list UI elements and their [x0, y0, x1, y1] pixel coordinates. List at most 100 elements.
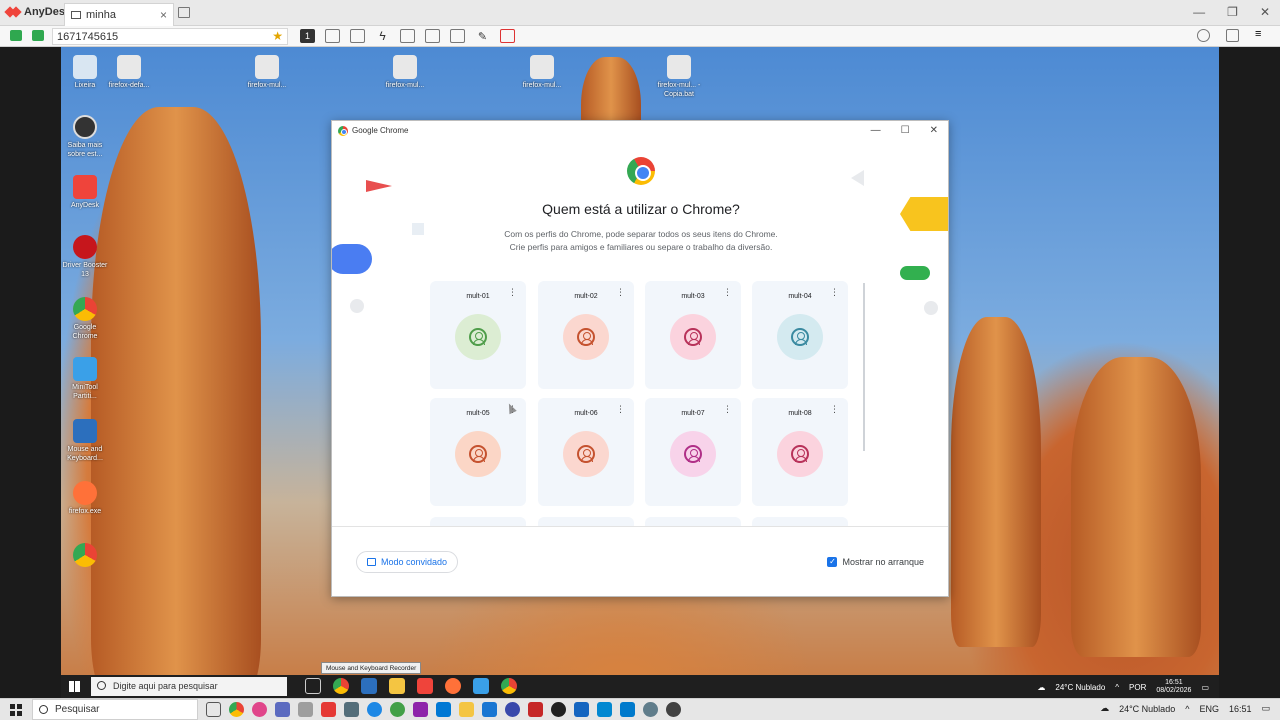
download-icon[interactable]: [1226, 29, 1239, 42]
desktop-icon-firefox[interactable]: firefox.exe: [61, 481, 109, 516]
anydesk-session-tab[interactable]: minha ×: [64, 3, 174, 26]
profile-grid-scrollbar[interactable]: [863, 283, 865, 451]
chrome-icon[interactable]: [333, 678, 349, 694]
desktop-icon-minitool[interactable]: MiniTool Partiti...: [61, 357, 109, 401]
file-transfer-icon[interactable]: [325, 29, 340, 43]
show-on-startup[interactable]: ✓ Mostrar no arranque: [827, 557, 924, 567]
desktop-icon-recycle-bin[interactable]: Lixeira: [61, 55, 109, 90]
app-icon[interactable]: [390, 702, 405, 717]
firefox-icon[interactable]: [445, 678, 461, 694]
language-indicator[interactable]: ENG: [1199, 704, 1219, 714]
app-icon[interactable]: [321, 702, 336, 717]
app-icon[interactable]: [528, 702, 543, 717]
desktop-icon-file[interactable]: firefox-mul...: [243, 55, 291, 90]
minitool-icon[interactable]: [473, 678, 489, 694]
profile-card[interactable]: mult-01 ⋮: [430, 281, 526, 389]
weather-icon[interactable]: ☁: [1037, 683, 1045, 692]
task-view-icon[interactable]: [305, 678, 321, 694]
app-icon[interactable]: [574, 702, 589, 717]
maximize-button[interactable]: ☐: [901, 125, 910, 136]
whiteboard-icon[interactable]: ✎: [475, 29, 490, 43]
task-view-icon[interactable]: [206, 702, 221, 717]
restore-button[interactable]: ❐: [1227, 5, 1238, 19]
guest-mode-button[interactable]: Modo convidado: [356, 551, 459, 573]
tray-overflow-icon[interactable]: ^: [1185, 704, 1189, 714]
favorite-star-icon[interactable]: ★: [272, 29, 283, 43]
tab-close-button[interactable]: ×: [160, 8, 167, 22]
close-button[interactable]: ✕: [1260, 5, 1270, 19]
desktop-icon-file[interactable]: firefox-mul... - Copia.bat: [655, 55, 703, 99]
language-indicator[interactable]: POR: [1129, 683, 1146, 692]
tray-overflow-icon[interactable]: ^: [1115, 683, 1119, 692]
record-icon[interactable]: [500, 29, 515, 43]
new-tab-icon[interactable]: [178, 7, 190, 18]
desktop-icon-chrome[interactable]: Google Chrome: [61, 297, 109, 341]
anydesk-app-icon[interactable]: [417, 678, 433, 694]
more-options-icon[interactable]: ⋮: [830, 405, 839, 414]
chrome-titlebar[interactable]: Google Chrome — ☐ ✕: [332, 121, 948, 140]
more-options-icon[interactable]: ⋮: [723, 405, 732, 414]
app-icon[interactable]: [643, 702, 658, 717]
anydesk-address-field[interactable]: 1671745615 ★: [52, 28, 288, 45]
app-icon[interactable]: [505, 702, 520, 717]
desktop-icon-mouse-keyboard[interactable]: Mouse and Keyboard...: [61, 419, 109, 463]
app-icon[interactable]: [298, 702, 313, 717]
app-icon[interactable]: [344, 702, 359, 717]
chat-icon[interactable]: [350, 29, 365, 43]
show-on-startup-checkbox[interactable]: ✓: [827, 557, 838, 567]
chrome-icon[interactable]: [229, 702, 244, 717]
weather-text[interactable]: 24°C Nublado: [1119, 704, 1175, 714]
notifications-icon[interactable]: ▭: [1261, 703, 1270, 714]
more-options-icon[interactable]: ⋮: [508, 288, 517, 297]
windows-start-icon[interactable]: [69, 681, 80, 692]
close-button[interactable]: ✕: [930, 125, 938, 136]
permissions-icon[interactable]: [450, 29, 465, 43]
app-icon[interactable]: [482, 702, 497, 717]
profile-card[interactable]: mult-07 ⋮: [645, 398, 741, 506]
app-icon[interactable]: [413, 702, 428, 717]
more-options-icon[interactable]: ⋮: [723, 288, 732, 297]
display-select-button[interactable]: 1: [300, 29, 315, 43]
more-options-icon[interactable]: ⋮: [616, 288, 625, 297]
desktop-icon-file[interactable]: firefox-mul...: [381, 55, 429, 90]
more-options-icon[interactable]: ⋮: [616, 405, 625, 414]
desktop-icon-driver-booster[interactable]: Driver Booster 13: [61, 235, 109, 279]
desktop-icon-file[interactable]: firefox-defa...: [105, 55, 153, 90]
vscode-icon[interactable]: [620, 702, 635, 717]
profile-card[interactable]: mult-04 ⋮: [752, 281, 848, 389]
weather-text[interactable]: 24°C Nublado: [1055, 683, 1105, 692]
file-explorer-icon[interactable]: [389, 678, 405, 694]
profile-card[interactable]: mult-05 ⋮: [430, 398, 526, 506]
history-icon[interactable]: [1197, 29, 1210, 42]
desktop-icon-learn-more[interactable]: Saiba mais sobre est...: [61, 115, 109, 159]
app-icon[interactable]: [436, 702, 451, 717]
display-settings-icon[interactable]: [425, 29, 440, 43]
profile-card[interactable]: mult-08 ⋮: [752, 398, 848, 506]
minimize-button[interactable]: —: [871, 125, 881, 136]
app-icon[interactable]: [666, 702, 681, 717]
app-icon[interactable]: [597, 702, 612, 717]
local-search-box[interactable]: Pesquisar: [32, 699, 198, 720]
weather-icon[interactable]: ☁: [1100, 703, 1109, 714]
desktop-icon-file[interactable]: firefox-mul...: [518, 55, 566, 90]
notifications-icon[interactable]: ▭: [1201, 683, 1209, 692]
actions-icon[interactable]: ϟ: [375, 29, 390, 43]
keyboard-icon[interactable]: [400, 29, 415, 43]
profile-card[interactable]: mult-06 ⋮: [538, 398, 634, 506]
desktop-icon-chrome-profile[interactable]: [61, 543, 109, 569]
profile-card[interactable]: mult-02 ⋮: [538, 281, 634, 389]
minimize-button[interactable]: —: [1193, 5, 1205, 19]
chrome-active-icon[interactable]: [501, 678, 517, 694]
remote-search-box[interactable]: Digite aqui para pesquisar: [91, 677, 287, 696]
profile-card[interactable]: mult-03 ⋮: [645, 281, 741, 389]
mouse-keyboard-recorder-icon[interactable]: [361, 678, 377, 694]
app-icon[interactable]: [551, 702, 566, 717]
session-icon[interactable]: [32, 30, 44, 41]
app-icon[interactable]: [367, 702, 382, 717]
windows-start-icon[interactable]: [10, 704, 22, 716]
remote-clock[interactable]: 16:51 08/02/2026: [1156, 679, 1191, 695]
app-icon[interactable]: [275, 702, 290, 717]
menu-icon[interactable]: ≡: [1255, 29, 1268, 42]
local-time[interactable]: 16:51: [1229, 704, 1252, 714]
desktop-icon-anydesk[interactable]: AnyDesk: [61, 175, 109, 210]
